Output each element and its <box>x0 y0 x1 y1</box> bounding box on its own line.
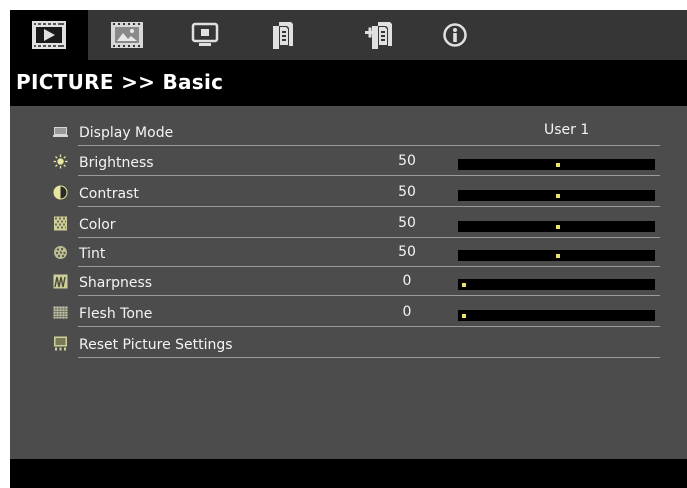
brightness-icon <box>53 154 68 169</box>
slider-knob[interactable] <box>556 254 560 258</box>
tab-bar <box>10 10 687 60</box>
display-mode-label: Display Mode <box>79 125 174 141</box>
display-mode-value: User 1 <box>544 122 590 138</box>
tint-icon <box>54 246 67 259</box>
menu-item-tint[interactable]: Tint 50 <box>44 238 660 267</box>
flesh-tone-slider[interactable] <box>458 310 655 321</box>
tab-options[interactable] <box>340 10 418 60</box>
slider-knob[interactable] <box>556 194 560 198</box>
brightness-slider[interactable] <box>458 159 655 170</box>
tab-setup[interactable] <box>244 10 322 60</box>
document-settings-icon <box>273 22 293 49</box>
tab-picture[interactable] <box>10 10 88 60</box>
image-frame-icon <box>111 22 143 48</box>
tab-display[interactable] <box>166 10 244 60</box>
separator <box>78 357 660 358</box>
info-icon <box>443 23 467 47</box>
brightness-value: 50 <box>398 153 416 169</box>
reset-label: Reset Picture Settings <box>79 337 233 353</box>
menu-item-flesh-tone[interactable]: Flesh Tone 0 <box>44 298 660 327</box>
menu-item-reset[interactable]: Reset Picture Settings <box>44 329 660 358</box>
separator <box>78 145 660 146</box>
separator <box>78 326 660 327</box>
tab-info[interactable] <box>416 10 494 60</box>
menu-item-sharpness[interactable]: Sharpness 0 <box>44 267 660 296</box>
separator <box>78 295 660 296</box>
menu-item-color[interactable]: Color 50 <box>44 209 660 238</box>
contrast-icon <box>53 185 68 200</box>
display-mode-icon <box>53 127 68 137</box>
sharpness-label: Sharpness <box>79 275 153 291</box>
contrast-label: Contrast <box>79 186 139 202</box>
osd-menu: PICTURE >> Basic Display Mode User 1 Bri… <box>10 10 687 488</box>
reset-icon <box>54 336 67 351</box>
tint-label: Tint <box>79 246 106 262</box>
bottom-bar <box>10 459 687 488</box>
monitor-icon <box>191 22 219 46</box>
separator <box>78 206 660 207</box>
separator <box>78 175 660 176</box>
tint-value: 50 <box>398 244 416 260</box>
tab-image[interactable] <box>88 10 166 60</box>
flesh-tone-value: 0 <box>402 304 412 320</box>
slider-knob[interactable] <box>462 283 466 287</box>
page-title: PICTURE >> Basic <box>16 70 224 94</box>
slider-knob[interactable] <box>556 225 560 229</box>
menu-item-brightness[interactable]: Brightness 50 <box>44 147 660 176</box>
sharpness-icon <box>53 274 68 289</box>
tint-slider[interactable] <box>458 250 655 261</box>
menu-item-display-mode[interactable]: Display Mode User 1 <box>44 117 660 146</box>
document-add-icon <box>365 22 392 49</box>
sharpness-value: 0 <box>402 273 412 289</box>
color-slider[interactable] <box>458 221 655 232</box>
brightness-label: Brightness <box>79 155 154 171</box>
title-band: PICTURE >> Basic <box>10 60 687 106</box>
contrast-value: 50 <box>398 184 416 200</box>
sharpness-slider[interactable] <box>458 279 655 290</box>
slider-knob[interactable] <box>462 314 466 318</box>
slider-knob[interactable] <box>556 163 560 167</box>
flesh-tone-icon <box>53 306 68 319</box>
menu-item-contrast[interactable]: Contrast 50 <box>44 178 660 207</box>
contrast-slider[interactable] <box>458 190 655 201</box>
color-icon <box>54 216 67 231</box>
flesh-tone-label: Flesh Tone <box>79 306 153 322</box>
picture-play-icon <box>32 21 66 49</box>
color-label: Color <box>79 217 116 233</box>
color-value: 50 <box>398 215 416 231</box>
